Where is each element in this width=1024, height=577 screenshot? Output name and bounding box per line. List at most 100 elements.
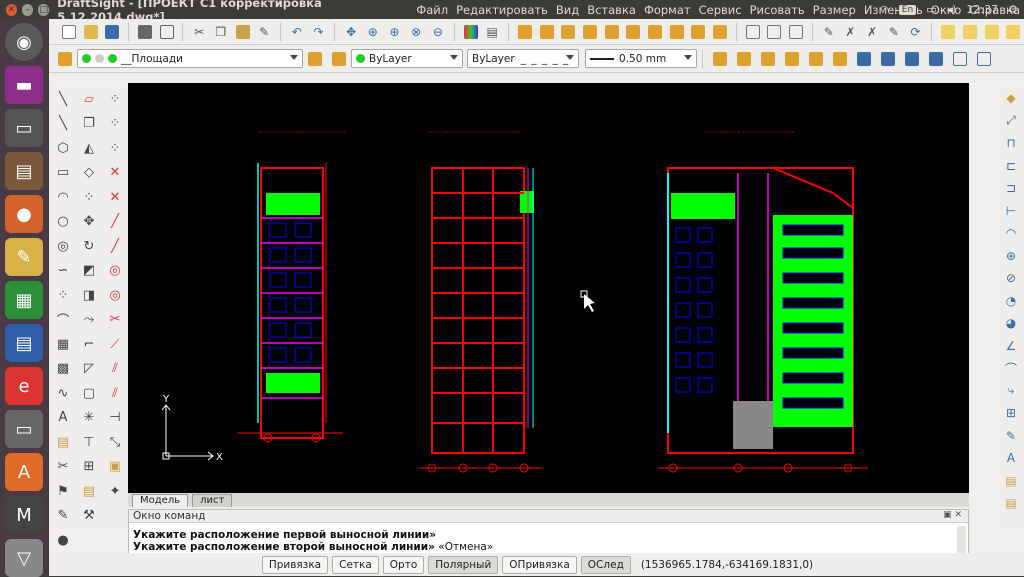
properties-icon[interactable]: ▤	[482, 21, 502, 43]
hammer-icon[interactable]: ⚒	[76, 504, 102, 529]
attribute-icon[interactable]	[786, 21, 806, 43]
move-icon[interactable]: ✥	[76, 210, 102, 235]
layer-manager-icon[interactable]	[54, 48, 76, 70]
dim-edit-icon[interactable]: ✎	[1006, 425, 1016, 448]
rotate-icon[interactable]: ↻	[76, 234, 102, 259]
draftsight-icon[interactable]: ✎	[5, 238, 43, 276]
tab-model[interactable]: Модель	[132, 494, 189, 507]
color-dropdown[interactable]: ByLayer	[351, 49, 463, 68]
tile-icon[interactable]	[982, 21, 1002, 43]
dim-arc-icon[interactable]: ◠	[1006, 222, 1016, 245]
length-icon[interactable]: ⤳	[76, 308, 102, 333]
join-icon[interactable]: ▢	[76, 381, 102, 406]
esnap-toggle[interactable]: ОПривязка	[502, 555, 577, 574]
menu-dimension[interactable]: Размер	[809, 3, 860, 17]
pattern-icon[interactable]: ⁘	[76, 185, 102, 210]
attach-icon[interactable]: ⊞	[76, 455, 102, 480]
new-file-icon[interactable]	[59, 21, 79, 43]
circle-icon[interactable]: ○	[50, 210, 76, 235]
open-file-icon[interactable]	[81, 21, 101, 43]
target2-icon[interactable]: ◎	[102, 283, 128, 308]
keyboard-layout[interactable]: En	[898, 4, 917, 15]
offset-icon[interactable]: ◇	[76, 161, 102, 186]
command-scrollbar[interactable]	[957, 526, 966, 556]
quick-dim-icon[interactable]: ◆	[1006, 87, 1015, 110]
layer-previous-icon[interactable]	[304, 48, 326, 70]
infinite-line-icon[interactable]: ╲	[50, 112, 76, 137]
table-tool-icon[interactable]: ▤	[50, 430, 76, 455]
hatch-tool-icon[interactable]: ▩	[50, 357, 76, 382]
zoom-extents-icon[interactable]: ⊗	[406, 21, 426, 43]
point-icon[interactable]: ⁘	[102, 87, 128, 112]
dim-tolerance-icon[interactable]: ⊞	[1006, 402, 1016, 425]
view-iso-ne-icon[interactable]	[689, 21, 709, 43]
fillet-icon[interactable]: ⌐	[76, 332, 102, 357]
reverse-icon[interactable]: ⤡	[102, 430, 128, 455]
menu-insert[interactable]: Вставка	[583, 3, 640, 17]
grid-toggle[interactable]: Сетка	[332, 555, 379, 574]
arc-icon[interactable]: ◠	[50, 185, 76, 210]
view-left-icon[interactable]	[558, 21, 578, 43]
bomb-icon[interactable]: ●	[50, 528, 76, 553]
spline-icon[interactable]: ∽	[50, 259, 76, 284]
arrange-icon[interactable]	[1003, 21, 1023, 43]
software-icon[interactable]: A	[5, 453, 43, 491]
wifi-icon[interactable]: ◠	[879, 3, 889, 16]
view-right-icon[interactable]	[580, 21, 600, 43]
gradient-icon[interactable]	[877, 48, 899, 70]
document-icon[interactable]: ▤	[5, 324, 43, 362]
maximize-window-icon[interactable]: □	[38, 3, 50, 16]
dim-aligned-icon[interactable]: ⤢	[1006, 110, 1016, 133]
line-icon[interactable]: ╲	[50, 87, 76, 112]
command-window-controls[interactable]: ▣ ✕	[943, 510, 962, 520]
view-bottom-icon[interactable]	[537, 21, 557, 43]
paste-icon[interactable]	[233, 21, 253, 43]
markup-icon[interactable]: ✗	[841, 21, 861, 43]
app-icon[interactable]: ▬	[5, 66, 43, 104]
printer-icon[interactable]: ▭	[5, 410, 43, 448]
text-style-icon[interactable]	[709, 48, 731, 70]
layer-state-icon[interactable]	[328, 48, 350, 70]
zoom-realtime-icon[interactable]: ⊕	[363, 21, 383, 43]
view-back-icon[interactable]	[623, 21, 643, 43]
dimension-style-icon[interactable]	[733, 48, 755, 70]
break-icon[interactable]: ⫽	[102, 357, 128, 382]
table-style-icon[interactable]	[757, 48, 779, 70]
dim-style-icon[interactable]: ▤	[1005, 470, 1016, 493]
view-front-icon[interactable]	[602, 21, 622, 43]
table-icon[interactable]	[949, 48, 971, 70]
refresh-icon[interactable]: ⟳	[906, 21, 926, 43]
match-properties-icon[interactable]: ✎	[254, 21, 274, 43]
polar-toggle[interactable]: Полярный	[428, 555, 499, 574]
lines-icon[interactable]: ⫽	[102, 381, 128, 406]
dim-arc-length-icon[interactable]: ⌒	[1005, 357, 1017, 380]
align-icon[interactable]: ⊣	[102, 406, 128, 431]
dim-baseline-icon[interactable]: ⊏	[1006, 155, 1016, 178]
point-style-icon[interactable]	[829, 48, 851, 70]
trim-icon[interactable]: ✂	[102, 308, 128, 333]
dots-icon[interactable]: ⁘	[50, 283, 76, 308]
cascade-icon[interactable]	[960, 21, 980, 43]
mail-icon[interactable]: M	[5, 496, 43, 534]
tab-sheet[interactable]: лист	[192, 494, 233, 507]
explode-icon[interactable]: ✳	[76, 406, 102, 431]
view-top-icon[interactable]	[515, 21, 535, 43]
menu-format[interactable]: Формат	[640, 3, 695, 17]
dim-ordinate-icon[interactable]: ⊢	[1006, 200, 1016, 223]
ortho-toggle[interactable]: Орто	[382, 555, 425, 574]
rectangle-icon[interactable]: ▭	[50, 161, 76, 186]
pan-icon[interactable]: ✥	[341, 21, 361, 43]
spiral-icon[interactable]: ∿	[50, 381, 76, 406]
multileader-style-icon[interactable]	[805, 48, 827, 70]
view-iso-sw-icon[interactable]	[645, 21, 665, 43]
insert-icon[interactable]: ▤	[76, 479, 102, 504]
undo-icon[interactable]: ↶	[287, 21, 307, 43]
menu-tools[interactable]: Сервис	[695, 3, 746, 17]
print-preview-icon[interactable]	[157, 21, 177, 43]
copy-entity-icon[interactable]: ❐	[76, 112, 102, 137]
eraser-icon[interactable]: ▱	[76, 87, 102, 112]
reader-icon[interactable]: e	[5, 367, 43, 405]
extra-icon[interactable]: ✦	[102, 479, 128, 504]
insert-block-icon[interactable]	[765, 21, 785, 43]
gear-icon[interactable]: ⚙	[1008, 3, 1018, 16]
